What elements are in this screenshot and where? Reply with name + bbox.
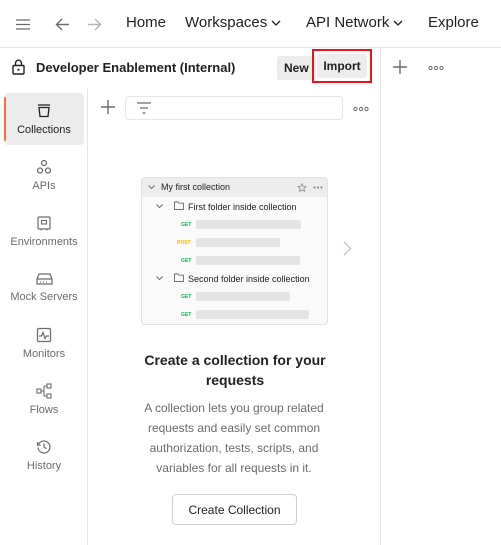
chevron-down-icon xyxy=(156,204,163,209)
chevron-down-icon xyxy=(393,20,403,26)
menu-icon[interactable] xyxy=(12,13,34,35)
rail-item-label: Flows xyxy=(29,403,59,416)
nav-explore-label: Explore xyxy=(428,14,479,31)
chevron-right-icon xyxy=(343,241,352,256)
panel-more-options-icon[interactable] xyxy=(353,106,369,112)
method-get: GET xyxy=(181,222,192,228)
panel-divider xyxy=(380,48,381,545)
new-button[interactable]: New xyxy=(277,56,316,80)
flows-icon xyxy=(35,382,52,399)
import-button[interactable]: Import xyxy=(312,49,372,83)
rail-item-label: Collections xyxy=(17,123,71,136)
rail-item-environments[interactable]: Environments xyxy=(4,205,84,257)
nav-explore[interactable]: Explore xyxy=(428,14,479,31)
rail-item-label: Mock Servers xyxy=(10,290,78,303)
monitors-icon xyxy=(36,327,52,342)
method-get: GET xyxy=(181,294,192,300)
rail-item-mock-servers[interactable]: Mock Servers xyxy=(4,261,84,313)
star-icon xyxy=(297,183,307,193)
method-post: POST xyxy=(177,240,191,246)
method-get: GET xyxy=(181,312,192,318)
illustration-folder-2: Second folder inside collection xyxy=(188,274,310,284)
chevron-down-icon xyxy=(148,185,155,190)
nav-workspaces[interactable]: Workspaces xyxy=(185,14,281,31)
request-placeholder xyxy=(196,238,280,247)
nav-workspaces-label: Workspaces xyxy=(185,14,268,31)
rail-item-flows[interactable]: Flows xyxy=(4,373,84,425)
folder-icon xyxy=(174,201,184,210)
illustration-collection-name: My first collection xyxy=(161,182,231,192)
rail-item-label: Monitors xyxy=(22,347,66,360)
rail-item-apis[interactable]: APIs xyxy=(4,149,84,201)
illustration-folder-1: First folder inside collection xyxy=(188,202,297,212)
top-navigation: Home Workspaces API Network Explore xyxy=(0,0,501,48)
more-icon xyxy=(313,186,323,189)
create-new-plus-icon[interactable] xyxy=(100,99,116,115)
filter-input[interactable] xyxy=(125,96,343,120)
rail-item-label: History xyxy=(26,459,62,472)
rail-item-label: APIs xyxy=(32,179,56,192)
workspace-name: Developer Enablement (Internal) xyxy=(36,60,236,75)
rail-item-monitors[interactable]: Monitors xyxy=(4,317,84,369)
forward-arrow-icon[interactable] xyxy=(83,13,105,35)
request-placeholder xyxy=(196,292,290,301)
nav-home-label: Home xyxy=(126,14,167,31)
import-button-label: Import xyxy=(317,54,367,78)
empty-state-title: Create a collection for your requests xyxy=(144,352,326,388)
chevron-down-icon xyxy=(271,20,281,26)
empty-state-description: A collection lets you group related requ… xyxy=(144,401,324,475)
environments-icon xyxy=(37,215,51,230)
request-placeholder xyxy=(196,256,300,265)
filter-icon xyxy=(137,102,151,114)
method-get: GET xyxy=(181,258,192,264)
nav-home[interactable]: Home xyxy=(126,14,166,31)
nav-api-network-label: API Network xyxy=(306,14,390,31)
request-placeholder xyxy=(196,220,301,229)
back-arrow-icon[interactable] xyxy=(51,13,73,35)
rail-item-label: Environments xyxy=(10,235,78,248)
create-collection-button[interactable]: Create Collection xyxy=(172,494,297,525)
request-placeholder xyxy=(196,310,309,319)
chevron-down-icon xyxy=(156,276,163,281)
collection-illustration: My first collection First folder inside … xyxy=(141,177,328,325)
apis-icon xyxy=(36,159,52,174)
rail-item-history[interactable]: History xyxy=(4,429,84,481)
workspace-header: Developer Enablement (Internal) New Impo… xyxy=(0,48,380,88)
new-tab-plus-icon[interactable] xyxy=(392,59,408,75)
lock-icon xyxy=(11,59,26,75)
left-rail: Collections APIs Environments Mock Serve… xyxy=(0,88,88,545)
more-options-icon[interactable] xyxy=(428,65,444,71)
folder-icon xyxy=(174,273,184,282)
rail-item-collections[interactable]: Collections xyxy=(4,93,84,145)
mock-servers-icon xyxy=(35,272,53,285)
history-icon xyxy=(36,439,51,453)
collections-icon xyxy=(38,103,50,117)
nav-api-network[interactable]: API Network xyxy=(306,14,403,31)
